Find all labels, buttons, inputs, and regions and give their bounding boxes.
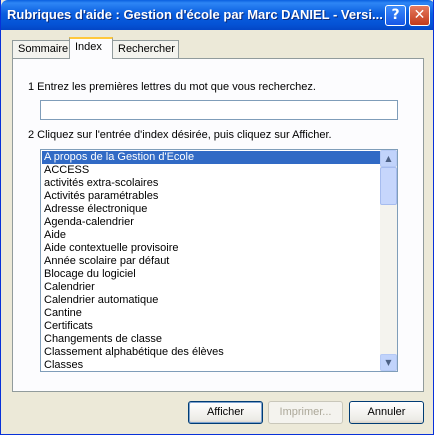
tab-index[interactable]: Index [69,37,113,59]
cancel-button[interactable]: Annuler [349,401,424,424]
index-list-item[interactable]: Classement alphabétique des élèves [42,346,380,359]
index-list-item[interactable]: A propos de la Gestion d'Ecole [42,151,380,164]
index-list-item[interactable]: Classes [42,359,380,371]
index-list-item[interactable]: Certificats [42,320,380,333]
scroll-down-button[interactable]: ▼ [380,354,397,371]
scroll-thumb[interactable] [380,167,397,205]
show-button[interactable]: Afficher [188,401,263,424]
index-list-item[interactable]: Agenda-calendrier [42,216,380,229]
index-listbox[interactable]: A propos de la Gestion d'Ecole ACCESS acti… [40,149,398,372]
title-bar[interactable]: Rubriques d'aide : Gestion d'école par M… [1,0,433,30]
tab-label: Rechercher [118,43,175,55]
step-1-label: 1 Entrez les premières lettres du mot qu… [28,81,316,93]
index-list-item[interactable]: Blocage du logiciel [42,268,380,281]
index-list-item[interactable]: Cantine [42,307,380,320]
index-list-item[interactable]: Changements de classe [42,333,380,346]
index-list-item[interactable]: Activités paramétrables [42,190,380,203]
index-list-item[interactable]: Année scolaire par défaut [42,255,380,268]
tab-label: Index [75,41,102,53]
index-list-item[interactable]: Aide [42,229,380,242]
chevron-up-icon: ▲ [385,154,392,163]
vertical-scrollbar[interactable]: ▲ ▼ [380,150,397,371]
tab-sommaire[interactable]: Sommaire [12,40,70,58]
help-button[interactable]: ? [385,5,406,26]
scroll-up-button[interactable]: ▲ [380,150,397,167]
window-title: Rubriques d'aide : Gestion d'école par M… [7,7,383,22]
index-list-item[interactable]: Calendrier automatique [42,294,380,307]
help-window: Rubriques d'aide : Gestion d'école par M… [0,0,434,435]
index-list-item[interactable]: Adresse électronique [42,203,380,216]
index-list-item[interactable]: Calendrier [42,281,380,294]
close-icon: ✕ [413,7,426,23]
tab-rechercher[interactable]: Rechercher [112,40,179,58]
chevron-down-icon: ▼ [385,358,392,367]
step-2-label: 2 Cliquez sur l'entrée d'index désirée, … [28,129,332,141]
index-list-item[interactable]: Aide contextuelle provisoire [42,242,380,255]
index-list-item[interactable]: activités extra-scolaires [42,177,380,190]
tab-label: Sommaire [18,43,69,55]
close-button[interactable]: ✕ [409,5,430,26]
index-list: A propos de la Gestion d'Ecole ACCESS acti… [42,151,380,371]
print-button: Imprimer... [268,401,343,424]
question-icon: ? [391,7,400,23]
index-list-item[interactable]: ACCESS [42,164,380,177]
index-panel: 1 Entrez les premières lettres du mot qu… [12,58,424,392]
index-search-input[interactable] [40,100,398,120]
